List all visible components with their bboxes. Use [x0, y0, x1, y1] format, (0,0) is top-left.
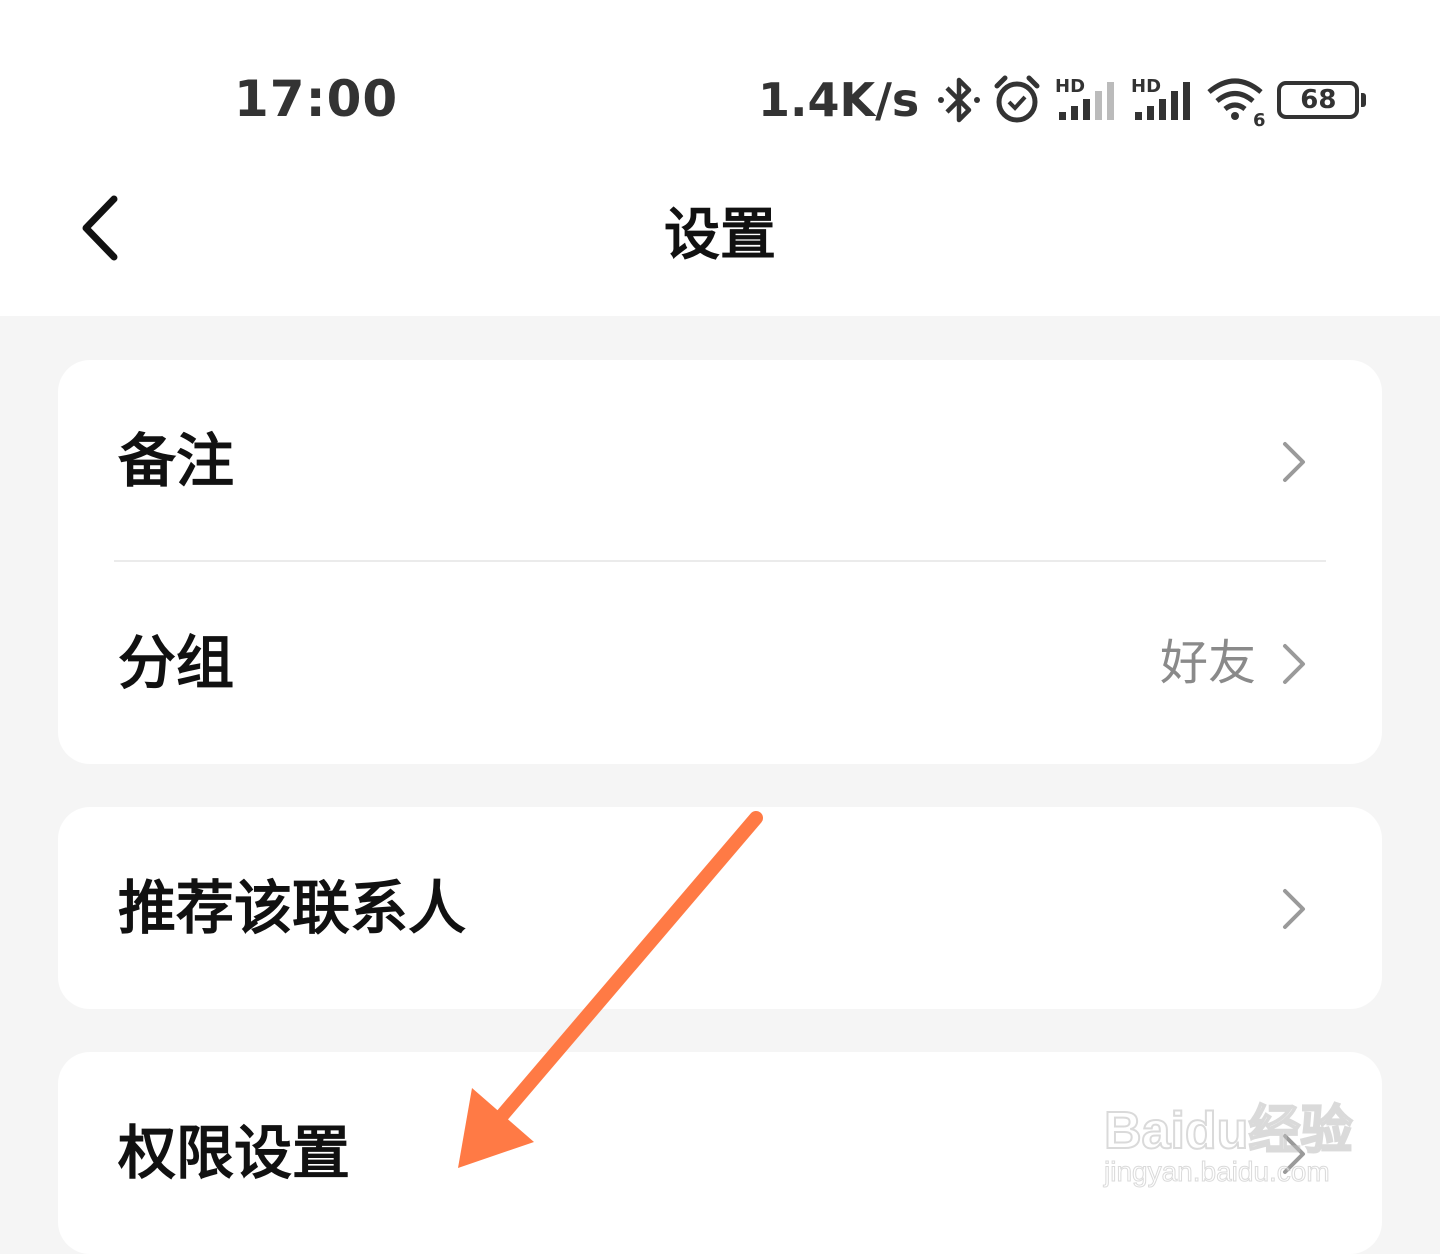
settings-card-recommend: 推荐该联系人 — [58, 807, 1382, 1009]
chevron-right-icon — [1283, 644, 1305, 684]
bluetooth-icon — [937, 72, 981, 128]
svg-text:6: 6 — [1253, 110, 1266, 128]
svg-text:HD: HD — [1131, 76, 1161, 97]
row-value: 好友 — [1159, 635, 1256, 691]
baidu-watermark: Baidu经验 jingyan.baidu.com — [1103, 1064, 1374, 1194]
battery-level: 68 — [1300, 85, 1337, 115]
signal-hd-icon: HD — [1129, 72, 1195, 128]
status-bar-icons: 1.4K/s HD HD 6 68 — [758, 70, 1367, 130]
watermark-url: jingyan.baidu.com — [1104, 1156, 1331, 1188]
alarm-icon — [991, 72, 1043, 128]
watermark-brand: Baidu经验 — [1103, 1101, 1353, 1161]
row-group[interactable]: 分组 好友 — [58, 562, 1382, 764]
row-recommend-contact[interactable]: 推荐该联系人 — [58, 807, 1382, 1009]
chevron-right-icon — [1283, 889, 1305, 929]
wifi-icon: 6 — [1205, 72, 1267, 128]
row-label: 权限设置 — [118, 1119, 351, 1187]
row-label: 推荐该联系人 — [118, 874, 467, 942]
chevron-right-icon — [1283, 442, 1305, 482]
row-remark[interactable]: 备注 — [58, 360, 1382, 562]
page-title: 设置 — [664, 203, 776, 268]
network-speed: 1.4K/s — [758, 73, 920, 127]
battery-icon: 68 — [1277, 81, 1367, 119]
signal-hd-icon: HD — [1053, 72, 1119, 128]
row-label: 备注 — [118, 427, 235, 495]
status-time: 17:00 — [234, 70, 399, 128]
settings-card-basic: 备注 分组 好友 — [58, 360, 1382, 764]
row-label: 分组 — [118, 629, 235, 697]
svg-text:HD: HD — [1055, 76, 1085, 97]
